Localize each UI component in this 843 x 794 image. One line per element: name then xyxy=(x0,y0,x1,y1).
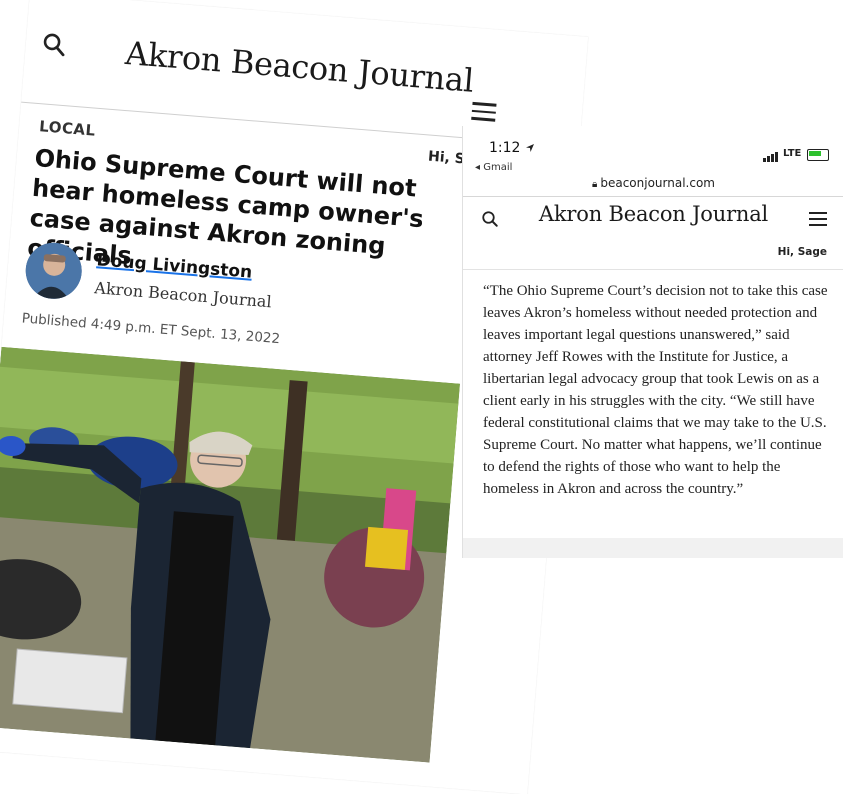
lock-icon: 🔒︎ xyxy=(592,179,598,190)
section-label[interactable]: LOCAL xyxy=(39,117,97,139)
masthead-title[interactable]: Akron Beacon Journal xyxy=(463,202,843,226)
content-divider xyxy=(463,269,843,270)
battery-charging-icon xyxy=(807,149,829,161)
hamburger-menu-icon[interactable] xyxy=(809,212,827,226)
page-footer-strip xyxy=(463,538,843,558)
right-article-screenshot: 1:12 ◂ Gmail LTE 🔒︎ beaconjournal.com Akr… xyxy=(462,126,843,558)
hamburger-menu-icon[interactable] xyxy=(471,101,497,124)
back-to-gmail-link[interactable]: ◂ Gmail xyxy=(475,162,512,173)
network-type: LTE xyxy=(783,148,802,159)
author-outlet: Akron Beacon Journal xyxy=(93,278,273,312)
masthead-title[interactable]: Akron Beacon Journal xyxy=(124,34,475,100)
published-timestamp: Published 4:49 p.m. ET Sept. 13, 2022 xyxy=(21,310,281,348)
article-paragraph: “The Ohio Supreme Court’s decision not t… xyxy=(483,283,828,497)
address-bar[interactable]: 🔒︎ beaconjournal.com xyxy=(463,176,843,190)
article-photo[interactable] xyxy=(0,346,460,763)
location-arrow-icon xyxy=(525,144,534,152)
address-bar-url: beaconjournal.com xyxy=(600,176,715,190)
status-time: 1:12 xyxy=(489,140,535,156)
user-greeting[interactable]: Hi, Sage xyxy=(763,246,827,258)
search-icon[interactable] xyxy=(41,31,67,57)
status-indicators: LTE xyxy=(763,148,833,162)
header-divider xyxy=(463,196,843,197)
